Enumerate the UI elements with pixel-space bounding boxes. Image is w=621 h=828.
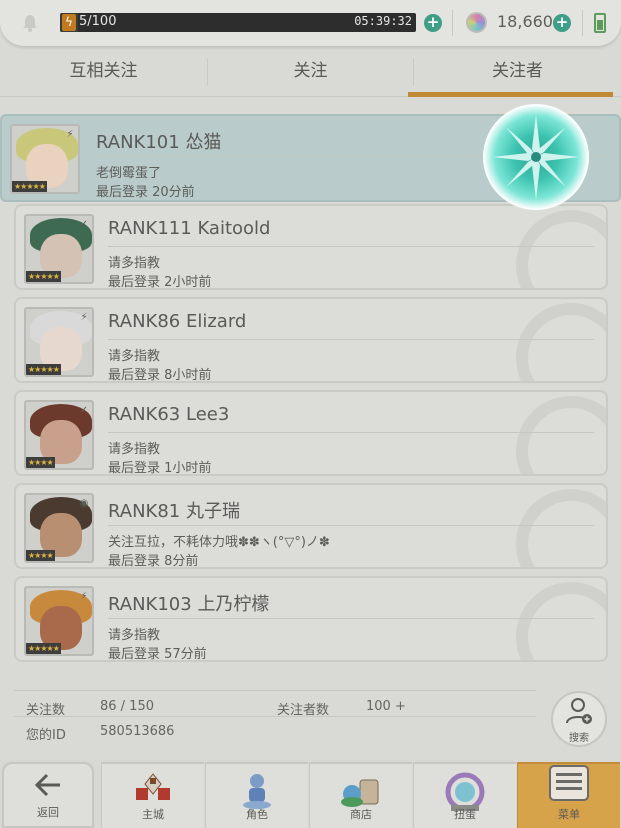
tab-active-indicator: [408, 92, 613, 97]
follower-count-value: 100 +: [366, 699, 406, 714]
follower-card[interactable]: ⚡ ★★★★★ RANK103 上乃柠檬 请多指教 最后登录 57分前: [14, 576, 608, 662]
character-icon: [243, 774, 271, 809]
avatar[interactable]: ✓ ★★★★: [24, 400, 94, 470]
nav-label: 角色: [246, 808, 268, 821]
divider: [582, 10, 583, 36]
stamina-bar: ϟ 5/100 05:39:32: [60, 13, 416, 32]
follower-card[interactable]: ✓ ★★★★ RANK63 Lee3 请多指教 最后登录 1小时前: [14, 390, 608, 476]
rarity-stars: ★★★★★: [26, 364, 61, 375]
divider: [108, 525, 594, 526]
follower-card[interactable]: ✓ ★★★★★ RANK111 Kaitoold 请多指教 最后登录 2小时前: [14, 204, 608, 290]
avatar[interactable]: ⚡ ★★★★★: [24, 586, 94, 656]
follower-card[interactable]: ⚡ ★★★★★ RANK86 Elizard 请多指教 最后登录 8小时前: [14, 297, 608, 383]
tab-following[interactable]: 关注: [208, 50, 413, 94]
divider: [14, 716, 536, 717]
tap-burst-effect: [483, 104, 589, 210]
follow-info-panel: 关注数 86 / 150 关注者数 100 + 您的ID 580513686: [14, 690, 536, 743]
stamina-bolt-icon: ϟ: [62, 14, 76, 31]
element-badge-icon: ⚡: [66, 129, 74, 140]
card-emblem: [516, 303, 606, 381]
follower-name: RANK101 怂猫: [96, 132, 222, 153]
last-login: 最后登录 20分前: [96, 185, 195, 200]
nav-characters[interactable]: 角色: [205, 762, 308, 828]
search-user-button[interactable]: 搜索: [551, 691, 607, 747]
stamina-timer: 05:39:32: [354, 14, 412, 28]
rarity-stars: ★★★★: [26, 550, 55, 561]
add-user-icon: [566, 698, 592, 724]
shop-icon: [341, 779, 379, 807]
divider: [108, 339, 594, 340]
back-button[interactable]: 返回: [2, 762, 94, 828]
menu-icon: [549, 765, 589, 801]
card-emblem: [516, 582, 606, 660]
status-bar: ϟ 5/100 05:39:32 + 18,660 +: [0, 0, 621, 46]
search-label: 搜索: [569, 733, 589, 744]
card-emblem: [516, 489, 606, 567]
burst-star-icon: [493, 114, 579, 200]
tab-bar: 互相关注 关注 关注者: [0, 50, 621, 98]
follower-card[interactable]: ◉ ★★★★ RANK81 丸子瑞 关注互拉，不耗体力哦✽✽ヽ(°▽°)ノ✽ 最…: [14, 483, 608, 569]
last-login: 最后登录 8小时前: [108, 368, 212, 383]
rarity-stars: ★★★★: [26, 457, 55, 468]
user-id-label: 您的ID: [26, 728, 66, 743]
last-login: 最后登录 2小时前: [108, 275, 212, 290]
nav-main-city[interactable]: 主城: [101, 762, 204, 828]
rarity-stars: ★★★★★: [12, 181, 47, 192]
rarity-stars: ★★★★★: [26, 271, 61, 282]
element-badge-icon: ✓: [79, 219, 89, 230]
element-badge-icon: ✓: [79, 405, 89, 416]
divider: [108, 618, 594, 619]
gem-count: 18,660: [497, 12, 553, 31]
avatar[interactable]: ✓ ★★★★★: [24, 214, 94, 284]
tab-followers[interactable]: 关注者: [414, 50, 621, 94]
bottom-nav: 返回 主城 角色 商店 扭蛋 菜单: [0, 760, 621, 828]
element-badge-icon: ⚡: [80, 591, 88, 602]
follower-message: 关注互拉，不耗体力哦✽✽ヽ(°▽°)ノ✽: [108, 535, 330, 550]
follower-name: RANK103 上乃柠檬: [108, 594, 270, 615]
nav-label: 菜单: [558, 808, 580, 821]
castle-icon: [136, 773, 170, 800]
nav-gacha[interactable]: 扭蛋: [413, 762, 516, 828]
avatar[interactable]: ⚡ ★★★★★: [10, 124, 80, 194]
back-label: 返回: [37, 806, 59, 819]
last-login: 最后登录 57分前: [108, 647, 207, 662]
divider: [108, 432, 594, 433]
nav-shop[interactable]: 商店: [309, 762, 412, 828]
follower-message: 请多指教: [108, 256, 161, 271]
follower-message: 请多指教: [108, 349, 161, 364]
divider: [108, 246, 594, 247]
back-arrow-icon: [34, 773, 60, 797]
element-badge-icon: ⚡: [80, 312, 88, 323]
tab-mutual-follow[interactable]: 互相关注: [0, 50, 207, 94]
element-badge-icon: ◉: [79, 498, 89, 509]
follower-name: RANK111 Kaitoold: [108, 218, 271, 239]
follower-message: 请多指教: [108, 442, 161, 457]
rarity-stars: ★★★★★: [26, 643, 61, 654]
avatar[interactable]: ⚡ ★★★★★: [24, 307, 94, 377]
follower-message: 老倒霉蛋了: [96, 166, 162, 181]
bell-icon[interactable]: [20, 13, 40, 33]
divider: [452, 10, 453, 36]
follower-message: 请多指教: [108, 628, 161, 643]
avatar[interactable]: ◉ ★★★★: [24, 493, 94, 563]
gem-icon: [466, 12, 487, 33]
follower-name: RANK86 Elizard: [108, 311, 247, 332]
user-id-value: 580513686: [100, 724, 175, 739]
nav-label: 主城: [142, 808, 164, 821]
card-emblem: [516, 210, 606, 288]
card-emblem: [516, 396, 606, 474]
follower-name: RANK81 丸子瑞: [108, 501, 240, 522]
add-gems-button[interactable]: +: [553, 14, 571, 32]
stamina-text: 5/100: [79, 14, 117, 29]
last-login: 最后登录 1小时前: [108, 461, 212, 476]
nav-label: 扭蛋: [454, 808, 476, 821]
nav-menu[interactable]: 菜单: [517, 762, 620, 828]
add-stamina-button[interactable]: +: [424, 14, 442, 32]
battery-icon: [594, 13, 606, 33]
nav-label: 商店: [350, 808, 372, 821]
last-login: 最后登录 8分前: [108, 554, 199, 569]
follower-name: RANK63 Lee3: [108, 404, 230, 425]
follow-count-value: 86 / 150: [100, 699, 154, 714]
